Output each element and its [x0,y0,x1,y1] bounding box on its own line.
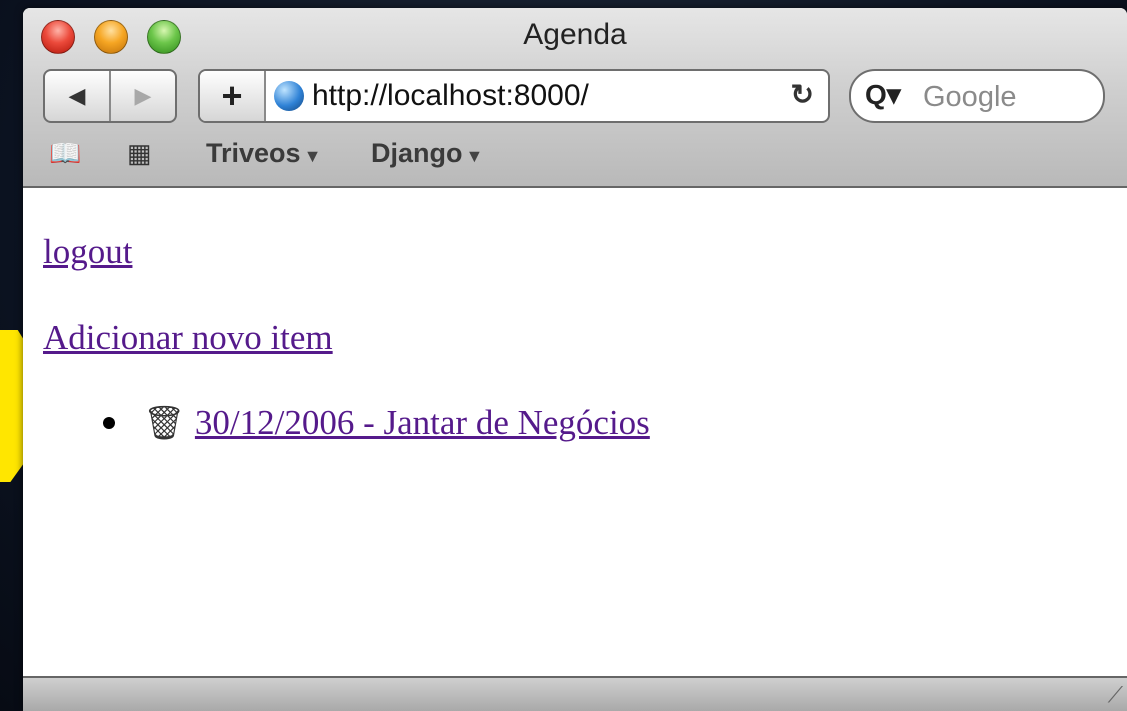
agenda-item-link[interactable]: 30/12/2006 - Jantar de Negócios [195,403,650,443]
caret-down-icon: ▼ [465,146,484,166]
page-content: logout Adicionar novo item 🗑 30/12/2006 … [23,188,1127,676]
window-title: Agenda [523,18,627,51]
resize-grip-icon[interactable]: ⟋ [1108,682,1123,708]
grid-icon[interactable]: ▦ [127,138,152,169]
forward-button[interactable]: ▶ [111,71,175,121]
caret-down-icon: ▼ [303,146,322,166]
search-input[interactable] [921,76,1095,118]
bookmark-label: Django [371,138,463,168]
reload-button[interactable]: ↻ [791,78,814,111]
bookmark-label: Triveos [206,138,301,168]
browser-window: Agenda ◀ ▶ + http://localhost:8000/ ↻ Q▾ [23,8,1127,711]
bullet [103,417,115,429]
back-arrow-icon: ◀ [68,83,86,108]
search-icon[interactable]: Q▾ [865,78,901,111]
bookmark-django[interactable]: Django ▼ [371,138,483,169]
nav-buttons: ◀ ▶ [43,69,177,123]
reload-icon: ↻ [790,79,814,110]
add-bookmark-button[interactable]: + [200,71,266,121]
globe-icon [274,81,304,111]
logout-link[interactable]: logout [43,232,132,272]
forward-arrow-icon: ▶ [134,83,152,108]
address-bar: + http://localhost:8000/ ↻ [198,69,830,123]
book-icon[interactable]: 📖 [49,138,81,169]
list-item: 🗑 30/12/2006 - Jantar de Negócios [103,403,650,443]
trash-icon[interactable]: 🗑 [143,404,185,443]
plus-icon: + [221,75,243,116]
browser-toolbar: Agenda ◀ ▶ + http://localhost:8000/ ↻ Q▾ [23,8,1127,188]
bookmarks-bar: 📖 ▦ Triveos ▼ Django ▼ [23,134,1127,178]
search-box: Q▾ [849,69,1105,123]
add-item-link[interactable]: Adicionar novo item [43,318,333,358]
back-button[interactable]: ◀ [45,71,111,121]
agenda-list: 🗑 30/12/2006 - Jantar de Negócios [103,403,650,443]
url-input[interactable]: http://localhost:8000/ [312,79,589,113]
status-bar: ⟋ [23,676,1127,711]
bookmark-triveos[interactable]: Triveos ▼ [206,138,321,169]
